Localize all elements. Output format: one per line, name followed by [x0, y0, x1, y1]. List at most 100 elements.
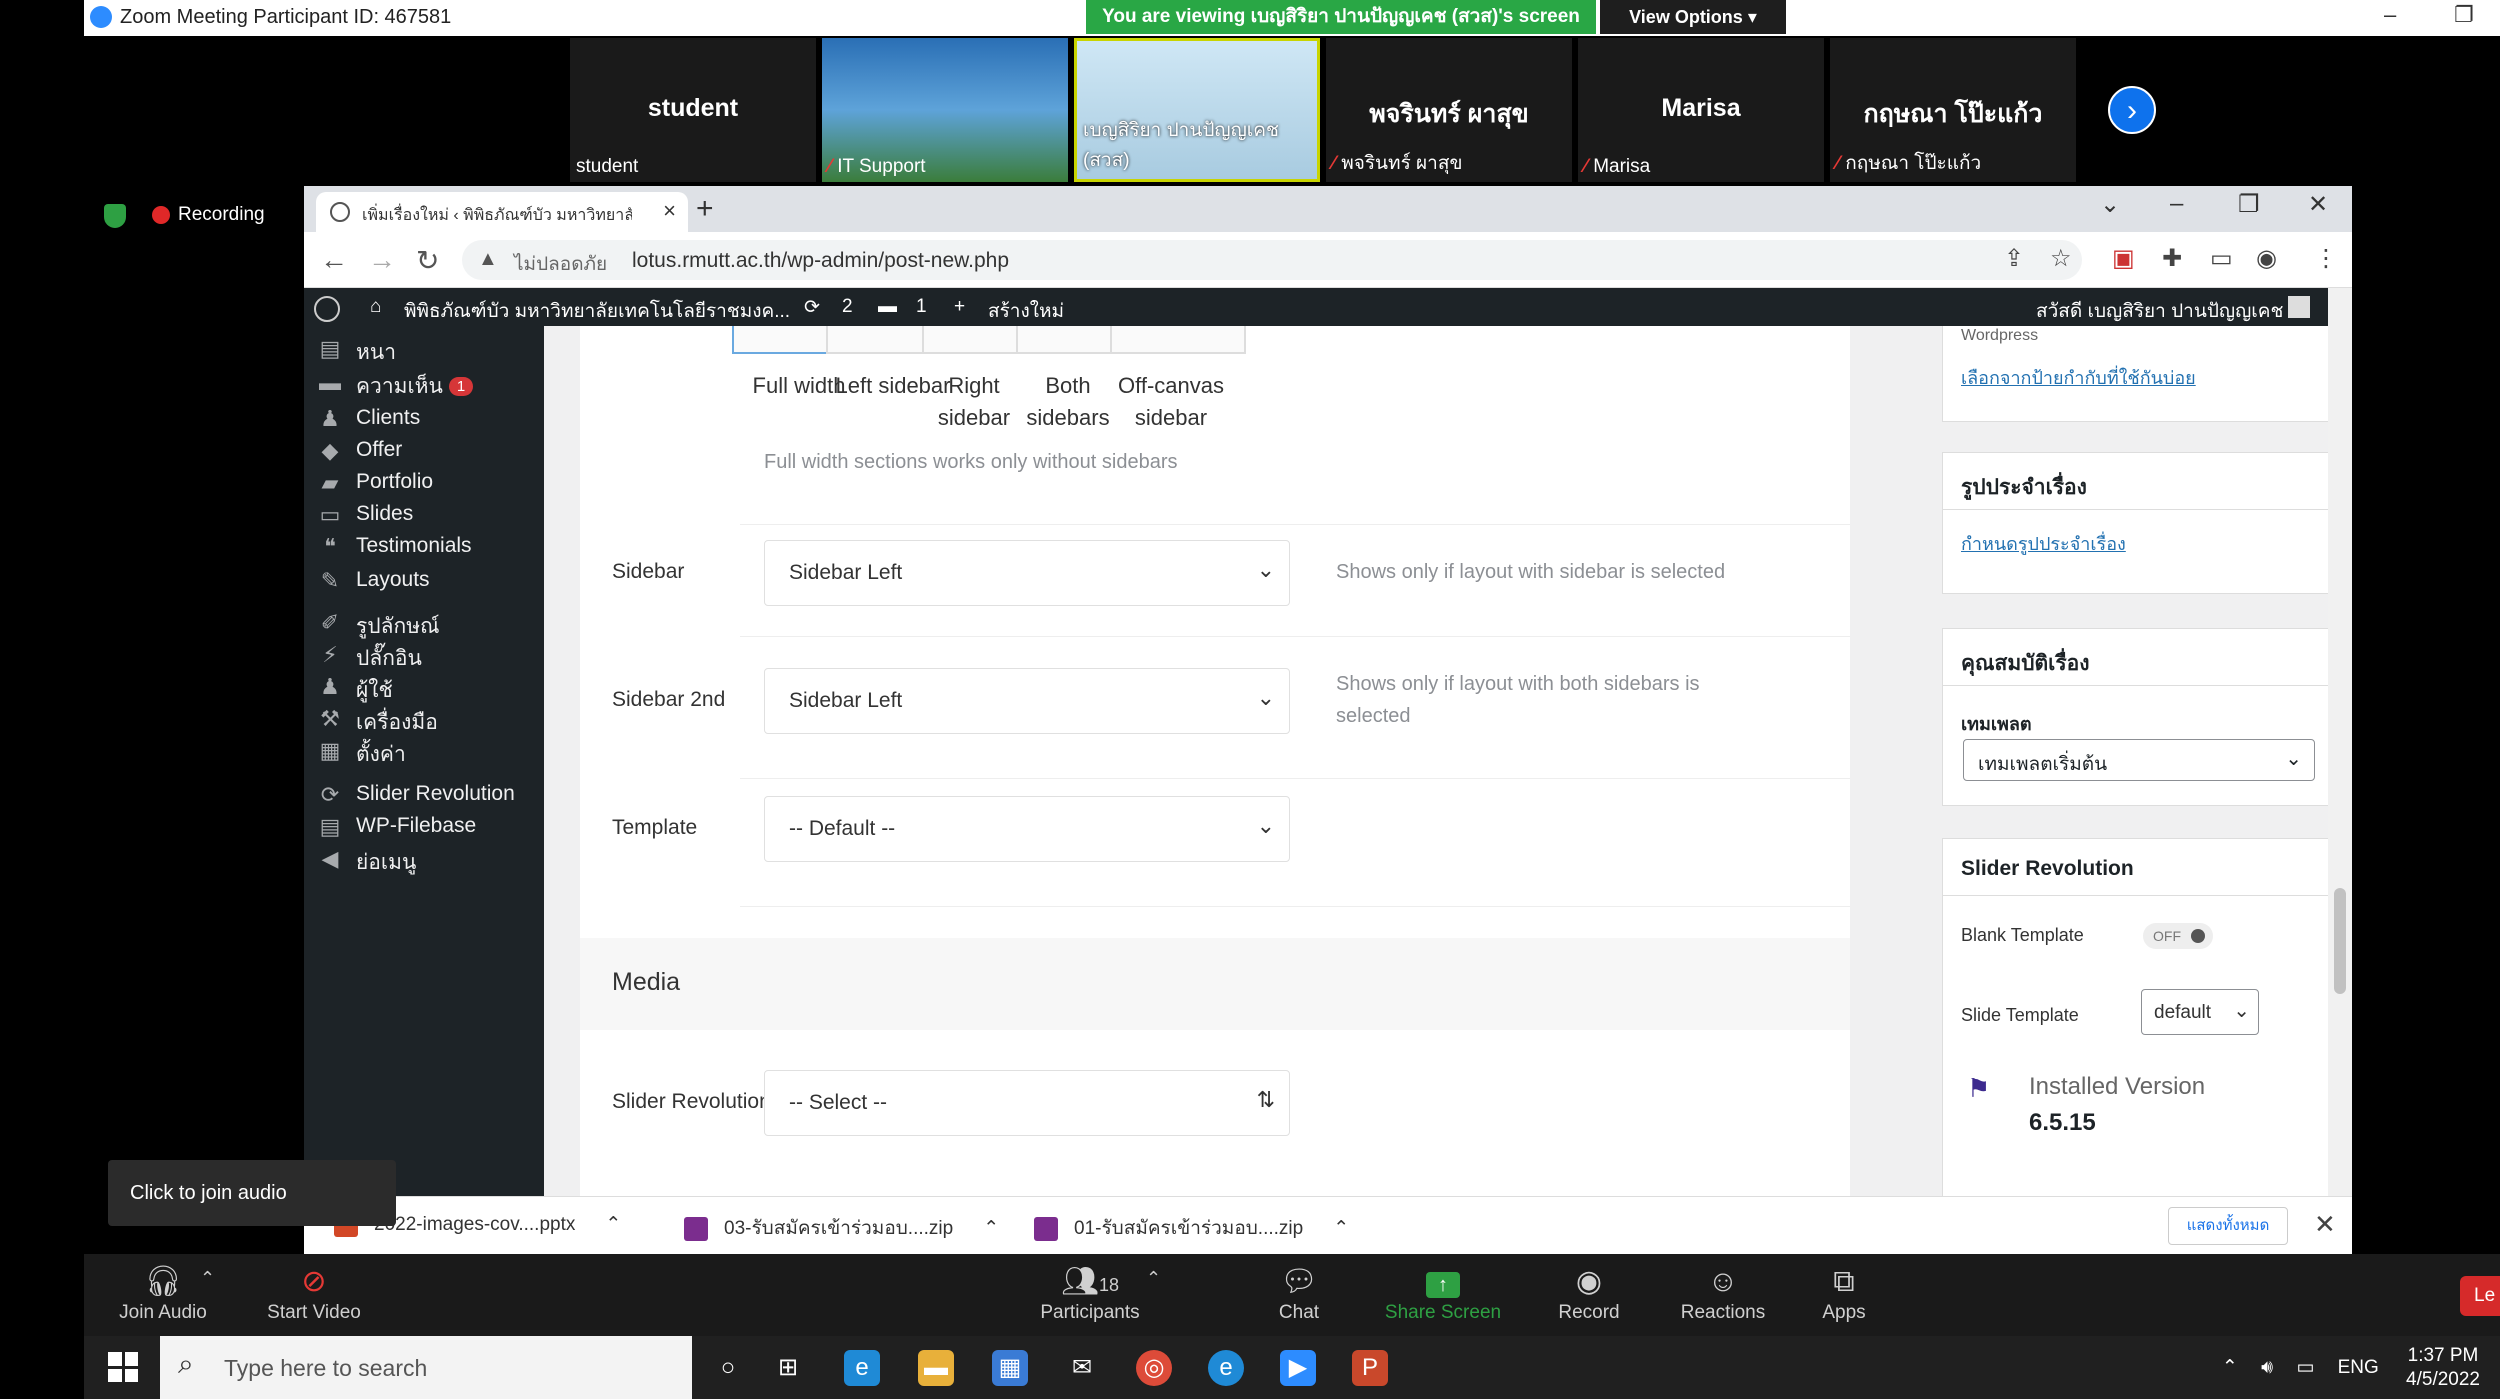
scroll-thumb[interactable] [2334, 888, 2346, 994]
brush-icon: ✐ [320, 610, 340, 635]
minimize-icon[interactable]: – [2170, 190, 2183, 218]
language-indicator[interactable]: ENG [2338, 1357, 2379, 1378]
start-video-button[interactable]: ⊘ Start Video [244, 1262, 384, 1324]
updates-count[interactable]: 2 [842, 296, 853, 318]
shield-icon[interactable] [104, 204, 126, 228]
slider-revolution-box: Slider Revolution ▲ Blank Template OFF S… [1942, 838, 2328, 1254]
forward-icon[interactable]: → [368, 244, 396, 276]
new-tab-icon[interactable]: + [696, 192, 714, 226]
chevron-up-icon[interactable]: ⌃ [983, 1218, 999, 1239]
network-icon[interactable]: ▭ [2296, 1357, 2314, 1378]
plus-icon[interactable]: + [954, 296, 965, 318]
volume-icon[interactable]: 🔊︎ [2261, 1357, 2273, 1378]
participant-tile-pajarin[interactable]: พจรินทร์ ผาสุข ⁄ พจรินทร์ ผาสุข [1326, 38, 1572, 182]
greeting-link[interactable]: สวัสดี เบญสิริยา ปานปัญญเคช [2036, 296, 2283, 326]
choose-tags-link[interactable]: เลือกจากป้ายกำกับที่ใช้กันบ่อย [1961, 363, 2196, 392]
chevron-up-icon[interactable]: ⌃ [1333, 1218, 1349, 1239]
view-options-button[interactable]: View Options ▾ [1600, 0, 1786, 34]
store-icon[interactable]: ▦ [992, 1350, 1028, 1386]
close-window-icon[interactable]: ✕ [2308, 190, 2328, 219]
browser-tab[interactable]: เพิ่มเรื่องใหม่ ‹ พิพิธภัณฑ์บัว มหาวิทยา… [316, 192, 688, 232]
windows-start-icon[interactable] [108, 1352, 138, 1382]
powerpoint-icon[interactable]: P [1352, 1350, 1388, 1386]
download-item[interactable]: 01-รับสมัครเข้าร่วมอบ....zip ⌃ [1034, 1213, 1349, 1243]
extension-new-icon[interactable]: ▣ [2112, 244, 2135, 273]
edge-icon[interactable]: e [844, 1350, 880, 1386]
user-avatar[interactable] [2288, 296, 2310, 318]
zoom-taskbar-icon[interactable]: ▶ [1280, 1350, 1316, 1386]
muted-mic-icon: ⁄ [828, 156, 832, 177]
comments-count[interactable]: 1 [916, 296, 927, 318]
chevron-up-icon[interactable]: ⌃ [605, 1214, 621, 1235]
participant-tile-marisa[interactable]: Marisa ⁄ Marisa [1578, 38, 1824, 182]
slide-template-select[interactable]: default ⌄ [2141, 989, 2259, 1035]
leave-button[interactable]: Le [2460, 1276, 2500, 1316]
clock[interactable]: 1:37 PM 4/5/2022 [2406, 1344, 2480, 1392]
warning-icon[interactable]: ▲ [478, 248, 498, 271]
reload-icon[interactable]: ↻ [416, 244, 439, 277]
sidebar-select[interactable]: Sidebar Left ⌄ [764, 540, 1290, 606]
updates-icon[interactable]: ⟳ [804, 296, 820, 319]
browser-menu-icon[interactable]: ⋮ [2314, 244, 2338, 273]
sidebar2-select[interactable]: Sidebar Left ⌄ [764, 668, 1290, 734]
layout-label[interactable]: Off-canvas sidebar [1096, 370, 1246, 434]
audio-options-icon[interactable]: ⌃ [200, 1268, 215, 1289]
tab-search-icon[interactable]: ⌄ [2100, 190, 2120, 219]
recording-label: Recording [178, 204, 265, 225]
record-button[interactable]: ◉ Record [1544, 1262, 1634, 1324]
chrome-icon[interactable]: ◎ [1136, 1350, 1172, 1386]
tag-wordpress[interactable]: Wordpress [1961, 327, 2038, 345]
blank-template-toggle[interactable]: OFF [2143, 923, 2213, 949]
layout-option-off-canvas[interactable] [1110, 326, 1246, 354]
share-icon[interactable]: ⇪ [2004, 244, 2024, 273]
template-select[interactable]: -- Default -- ⌄ [764, 796, 1290, 862]
participant-tile-kritsana[interactable]: กฤษณา โป๊ะแก้ว ⁄ กฤษณา โป๊ะแก้ว [1830, 38, 2076, 182]
extensions-puzzle-icon[interactable]: ✚ [2162, 244, 2182, 273]
close-tab-icon[interactable]: × [663, 198, 676, 224]
participant-tile-it-support[interactable]: ⁄ IT Support [822, 38, 1068, 182]
participant-tile-student[interactable]: student student [570, 38, 816, 182]
minimize-icon[interactable]: – [2384, 2, 2396, 28]
site-name-link[interactable]: พิพิธภัณฑ์บัว มหาวิทยาลัยเทคโนโลยีราชมงค… [404, 296, 790, 326]
url-text[interactable]: lotus.rmutt.ac.th/wp-admin/post-new.php [632, 249, 1009, 273]
sort-arrows-icon: ⇅ [1256, 1087, 1275, 1112]
page-scrollbar[interactable] [2328, 288, 2352, 1254]
file-explorer-icon[interactable]: ▬ [918, 1350, 954, 1386]
back-icon[interactable]: ← [320, 244, 348, 276]
security-label[interactable]: ไม่ปลอดภัย [514, 249, 607, 279]
apps-button[interactable]: ⧉ Apps [1804, 1262, 1884, 1324]
post-attributes-box: คุณสมบัติเรื่อง ▲ เทมเพลต เทมเพลตเริ่มต้… [1942, 628, 2328, 806]
comments-icon[interactable]: ▬ [878, 296, 897, 318]
new-content-link[interactable]: สร้างใหม่ [988, 296, 1064, 326]
slider-revolution-select[interactable]: -- Select -- ⇅ [764, 1070, 1290, 1136]
download-item[interactable]: 03-รับสมัครเข้าร่วมอบ....zip ⌃ [684, 1213, 999, 1243]
side-panel-icon[interactable]: ▭ [2210, 244, 2233, 273]
restore-icon[interactable]: ❐ [2454, 2, 2474, 28]
wordpress-logo-icon[interactable] [314, 296, 340, 322]
bookmark-star-icon[interactable]: ☆ [2050, 244, 2072, 273]
home-icon[interactable]: ⌂ [370, 296, 381, 318]
profile-avatar[interactable]: ◉ [2256, 244, 2277, 273]
cortana-icon[interactable]: ○ [710, 1350, 746, 1386]
participants-options-icon[interactable]: ⌃ [1146, 1268, 1161, 1289]
participants-button[interactable]: 👥︎18 Participants [1020, 1262, 1160, 1324]
share-screen-button[interactable]: ↑ Share Screen [1378, 1262, 1508, 1324]
show-all-downloads-button[interactable]: แสดงทั้งหมด [2168, 1207, 2288, 1245]
page-template-select[interactable]: เทมเพลตเริ่มต้น ⌄ [1963, 739, 2315, 781]
restore-icon[interactable]: ❐ [2238, 190, 2260, 219]
participant-tile-presenter[interactable]: เบญสิริยา ปานปัญญเคช (สวส) [1074, 38, 1320, 182]
view-options-label: View Options [1629, 7, 1743, 27]
mail-icon[interactable]: ✉ [1064, 1350, 1100, 1386]
tray-chevron-icon[interactable]: ⌃ [2222, 1357, 2238, 1378]
edge-beta-icon[interactable]: e [1208, 1350, 1244, 1386]
close-downloads-icon[interactable]: ✕ [2314, 1209, 2336, 1240]
taskbar-search[interactable]: ⌕ Type here to search [160, 1336, 692, 1399]
omnibox[interactable]: ▲ ไม่ปลอดภัย lotus.rmutt.ac.th/wp-admin/… [462, 240, 2082, 280]
task-view-icon[interactable]: ⊞ [770, 1350, 806, 1386]
chat-button[interactable]: 💬︎ Chat [1254, 1262, 1344, 1324]
set-featured-image-link[interactable]: กำหนดรูปประจำเรื่อง [1961, 529, 2126, 558]
reactions-button[interactable]: ☺ Reactions [1668, 1262, 1778, 1324]
divider [1943, 895, 2328, 896]
chat-icon: 💬︎ [1279, 1265, 1319, 1298]
next-participants-icon[interactable]: › [2108, 86, 2156, 134]
